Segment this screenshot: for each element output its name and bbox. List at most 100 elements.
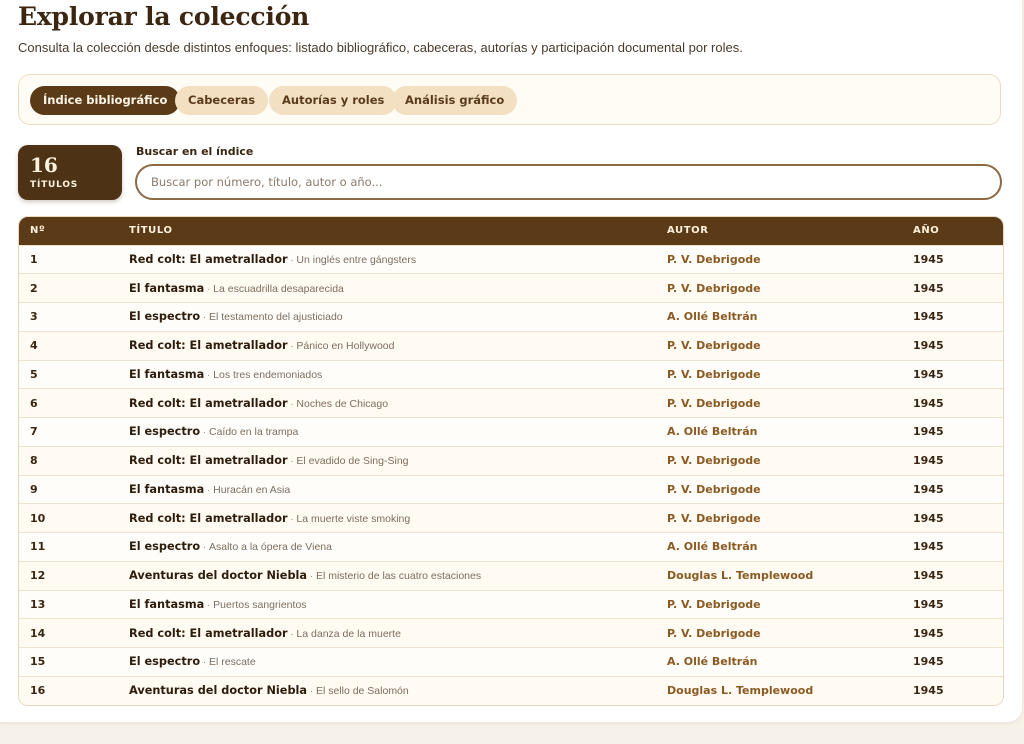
row-subtitle: Noches de Chicago (296, 397, 389, 410)
row-number: 6 (30, 396, 38, 410)
row-title-cell: Red colt: El ametrallador · La danza de … (118, 619, 656, 648)
column-header-title[interactable]: TÍTULO (118, 217, 656, 245)
row-author[interactable]: A. Ollé Beltrán (656, 533, 902, 562)
table-row[interactable]: 7 El espectro · Caído en la trampa A. Ollé… (19, 417, 1003, 447)
row-year: 1945 (913, 454, 944, 468)
table-row[interactable]: 14 Red colt: El ametrallador · La danza d… (19, 618, 1003, 648)
title-separator: · (204, 599, 214, 611)
row-author[interactable]: P. V. Debrigode (656, 274, 902, 303)
row-subtitle: El misterio de las cuatro estaciones (315, 570, 482, 583)
row-number: 7 (30, 425, 38, 439)
row-title-cell: El espectro · El rescate (118, 648, 656, 677)
row-title: Red colt: El ametrallador (129, 454, 288, 468)
table-row[interactable]: 1 Red colt: El ametrallador · Un inglés e… (19, 245, 1003, 274)
title-separator: · (200, 542, 209, 554)
row-number: 2 (30, 281, 38, 295)
search-input[interactable] (135, 164, 1002, 200)
row-author[interactable]: P. V. Debrigode (656, 446, 902, 475)
row-year: 1945 (913, 310, 944, 324)
row-author[interactable]: P. V. Debrigode (656, 475, 902, 504)
row-subtitle: El testamento del ajusticiado (208, 311, 343, 324)
row-number: 16 (30, 684, 46, 698)
row-subtitle: El rescate (208, 656, 256, 669)
row-title: El espectro (129, 310, 201, 324)
row-author[interactable]: A. Ollé Beltrán (656, 303, 902, 332)
table-row[interactable]: 15 El espectro · El rescate A. Ollé Beltrá… (19, 647, 1003, 677)
row-number: 8 (30, 454, 38, 468)
tab-analisis-grafico[interactable]: Análisis gráfico (392, 86, 518, 115)
row-author[interactable]: Douglas L. Templewood (656, 561, 902, 590)
row-subtitle: La danza de la muerte (296, 627, 401, 640)
row-title-cell: Red colt: El ametrallador · Pánico en Ho… (118, 331, 656, 360)
row-number: 1 (30, 252, 38, 266)
row-title-cell: Red colt: El ametrallador · Noches de Ch… (118, 389, 656, 418)
row-author[interactable]: P. V. Debrigode (656, 504, 902, 533)
table-row[interactable]: 12 Aventuras del doctor Niebla · El miste… (19, 561, 1003, 590)
column-header-author[interactable]: AUTOR (656, 217, 902, 245)
table-row[interactable]: 2 El fantasma · La escuadrilla desapareci… (19, 273, 1003, 303)
title-separator: · (307, 686, 316, 698)
table-row[interactable]: 4 Red colt: El ametrallador · Pánico en H… (19, 331, 1003, 360)
row-title: El fantasma (129, 597, 205, 611)
row-number: 12 (30, 569, 46, 583)
tab-indice-bibliografico[interactable]: Índice bibliográfico (30, 86, 181, 115)
row-author[interactable]: P. V. Debrigode (656, 245, 902, 274)
row-title-cell: El fantasma · Los tres endemoniados (118, 360, 656, 389)
titles-count-label: TÍTULOS (30, 180, 79, 190)
table-header-row: Nº TÍTULO AUTOR AÑO (19, 217, 1003, 245)
row-title-cell: El espectro · Caído en la trampa (118, 418, 656, 447)
row-author[interactable]: A. Ollé Beltrán (656, 418, 902, 447)
row-author[interactable]: P. V. Debrigode (656, 360, 902, 389)
row-title-cell: El fantasma · Puertos sangrientos (118, 590, 656, 619)
row-number: 15 (30, 655, 46, 669)
row-number: 9 (30, 482, 38, 496)
row-title-cell: El fantasma · Huracán en Asia (118, 475, 656, 504)
table-row[interactable]: 13 El fantasma · Puertos sangrientos P. V.… (19, 590, 1003, 619)
row-year: 1945 (913, 281, 944, 295)
row-title: Red colt: El ametrallador (129, 339, 288, 353)
view-tabs: Índice bibliográfico Cabeceras Autorías … (18, 74, 1001, 125)
title-separator: · (204, 484, 214, 496)
column-header-number[interactable]: Nº (19, 217, 118, 245)
row-author[interactable]: A. Ollé Beltrán (656, 648, 902, 677)
row-year: 1945 (913, 597, 944, 611)
collection-card: Explorar la colección Consulta la colecc… (0, 0, 1022, 722)
tab-cabeceras[interactable]: Cabeceras (175, 86, 269, 115)
row-year: 1945 (913, 425, 944, 439)
row-subtitle: Asalto a la ópera de Viena (208, 541, 332, 554)
row-number: 13 (30, 597, 46, 611)
row-number: 11 (30, 540, 46, 554)
titles-counter: 16 TÍTULOS (18, 145, 122, 200)
table-row[interactable]: 8 Red colt: El ametrallador · El evadido … (19, 446, 1003, 475)
table-row[interactable]: 16 Aventuras del doctor Niebla · El sello… (19, 676, 1003, 705)
title-separator: · (204, 369, 214, 381)
row-subtitle: La escuadrilla desaparecida (213, 282, 344, 295)
tab-autorias-roles[interactable]: Autorías y roles (269, 86, 398, 115)
row-number: 5 (30, 367, 38, 381)
column-header-year[interactable]: AÑO (902, 217, 1003, 245)
table-row[interactable]: 3 El espectro · El testamento del ajustic… (19, 302, 1003, 332)
row-title-cell: El fantasma · La escuadrilla desaparecid… (118, 274, 656, 303)
table-row[interactable]: 11 El espectro · Asalto a la ópera de Vie… (19, 532, 1003, 562)
table-row[interactable]: 5 El fantasma · Los tres endemoniados P. V… (19, 360, 1003, 389)
row-author[interactable]: P. V. Debrigode (656, 590, 902, 619)
row-author[interactable]: Douglas L. Templewood (656, 676, 902, 705)
row-subtitle: El sello de Salomón (315, 685, 409, 698)
row-title: El espectro (129, 425, 201, 439)
row-subtitle: Los tres endemoniados (213, 368, 323, 381)
row-subtitle: La muerte viste smoking (296, 512, 411, 525)
title-separator: · (200, 427, 209, 439)
row-author[interactable]: P. V. Debrigode (656, 389, 902, 418)
row-author[interactable]: P. V. Debrigode (656, 619, 902, 648)
row-number: 3 (30, 310, 38, 324)
row-title-cell: Aventuras del doctor Niebla · El misteri… (118, 561, 656, 590)
table-row[interactable]: 6 Red colt: El ametrallador · Noches de C… (19, 388, 1003, 418)
row-author[interactable]: P. V. Debrigode (656, 331, 902, 360)
page-subtitle: Consulta la colección desde distintos en… (18, 40, 743, 55)
title-separator: · (307, 571, 316, 583)
row-title: El fantasma (129, 482, 205, 496)
row-title: Red colt: El ametrallador (129, 511, 288, 525)
row-year: 1945 (913, 482, 944, 496)
table-row[interactable]: 9 El fantasma · Huracán en Asia P. V. Debr… (19, 475, 1003, 504)
table-row[interactable]: 10 Red colt: El ametrallador · La muerte … (19, 503, 1003, 533)
